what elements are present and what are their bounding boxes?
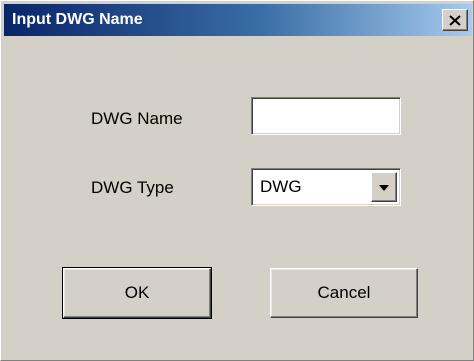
close-button[interactable] bbox=[442, 9, 468, 31]
window-title: Input DWG Name bbox=[12, 11, 143, 28]
input-dwg-name-dialog: Input DWG Name DWG Name DWG Type DWG OK … bbox=[0, 0, 474, 361]
dwg-type-label: DWG Type bbox=[91, 178, 174, 197]
chevron-down-icon bbox=[379, 178, 389, 196]
ok-button[interactable]: OK bbox=[62, 267, 212, 319]
dwg-type-dropdown-button[interactable] bbox=[371, 172, 397, 202]
dwg-type-selected-value: DWG bbox=[260, 177, 302, 196]
dwg-type-select[interactable]: DWG bbox=[251, 168, 401, 206]
close-icon bbox=[449, 14, 461, 26]
dwg-name-input[interactable] bbox=[251, 97, 401, 135]
cancel-button[interactable]: Cancel bbox=[270, 268, 418, 318]
dwg-name-label: DWG Name bbox=[91, 109, 183, 128]
title-bar[interactable]: Input DWG Name bbox=[4, 4, 472, 36]
